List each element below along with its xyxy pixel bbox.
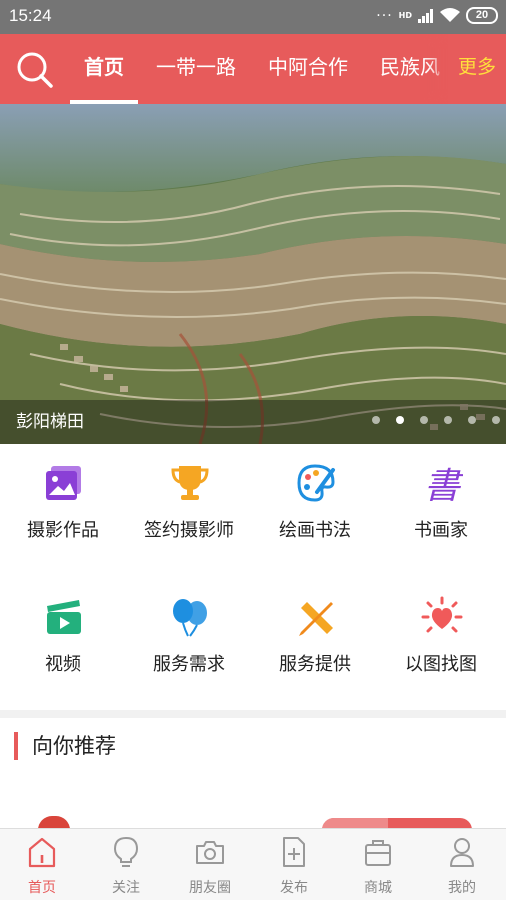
grid-item-service-demand[interactable]: 服务需求: [126, 578, 252, 712]
carousel-dot[interactable]: [468, 416, 476, 424]
pencil-ruler-icon: [299, 602, 333, 636]
banner-carousel[interactable]: 彭阳梯田: [0, 104, 506, 444]
carousel-dot[interactable]: [444, 416, 452, 424]
banner-image: [0, 104, 506, 444]
dots-icon: ···: [376, 7, 393, 24]
grid-item-label: 以图找图: [405, 654, 477, 675]
grid-item-label: 签约摄影师: [144, 520, 234, 541]
grid-item-label: 绘画书法: [279, 520, 351, 541]
nav-item-publish[interactable]: 发布: [252, 829, 336, 900]
signal-icon: [418, 8, 433, 23]
tab-belt-road[interactable]: 一带一路: [140, 34, 252, 104]
trophy-icon: [171, 466, 209, 500]
status-bar: 15:24 ··· HD 20: [0, 0, 506, 34]
carousel-dot[interactable]: [372, 416, 380, 424]
grid-item-calligrapher[interactable]: 書 书画家: [378, 444, 504, 578]
carousel-dot-active[interactable]: [396, 416, 404, 424]
more-button[interactable]: 更多: [448, 34, 506, 104]
carousel-dot[interactable]: [420, 416, 428, 424]
nav-label: 我的: [448, 880, 476, 896]
grid-item-image-search[interactable]: 以图找图: [378, 578, 504, 712]
grid-item-painting[interactable]: 绘画书法: [252, 444, 378, 578]
carousel-indicator: [372, 416, 500, 424]
channel-tabs: 首页 一带一路 中阿合作 民族风: [68, 34, 456, 104]
grid-item-video[interactable]: 视频: [0, 578, 126, 712]
tab-china-arab[interactable]: 中阿合作: [252, 34, 364, 104]
grid-item-photo-works[interactable]: 摄影作品: [0, 444, 126, 578]
network-type: HD: [398, 10, 412, 20]
category-grid: 摄影作品 签约摄影师 绘画书法 書 书画家 视频 服务需求 服务提供 以图找图: [0, 444, 506, 712]
publish-icon: [283, 837, 305, 867]
tab-ethnic[interactable]: 民族风: [364, 34, 456, 104]
nav-label: 首页: [28, 880, 56, 896]
nav-label: 朋友圈: [189, 880, 231, 896]
calligraphy-icon: 書: [424, 466, 463, 504]
nav-label: 发布: [280, 880, 308, 896]
balloons-icon: [173, 599, 207, 637]
grid-item-label: 服务需求: [153, 654, 225, 675]
bottom-nav: 首页 关注 朋友圈 发布 商城 我的: [0, 828, 506, 900]
profile-icon: [450, 838, 474, 867]
svg-text:書: 書: [424, 466, 463, 504]
nav-item-shop[interactable]: 商城: [336, 829, 420, 900]
grid-item-service-provide[interactable]: 服务提供: [252, 578, 378, 712]
home-icon: [28, 837, 56, 868]
nav-item-home[interactable]: 首页: [0, 829, 84, 900]
nav-item-moments[interactable]: 朋友圈: [168, 829, 252, 900]
grid-item-photographer[interactable]: 签约摄影师: [126, 444, 252, 578]
grid-item-label: 视频: [45, 654, 81, 675]
top-nav: 首页 一带一路 中阿合作 民族风 更多: [0, 34, 506, 104]
shop-icon: [365, 840, 391, 866]
grid-item-label: 书画家: [414, 520, 468, 541]
nav-label: 商城: [364, 880, 392, 896]
nav-item-profile[interactable]: 我的: [420, 829, 504, 900]
nav-item-follow[interactable]: 关注: [84, 829, 168, 900]
search-icon[interactable]: [14, 49, 54, 89]
grid-item-label: 摄影作品: [27, 520, 99, 541]
section-divider: [0, 710, 506, 718]
nav-label: 关注: [112, 880, 140, 896]
heart-sun-icon: [421, 596, 463, 633]
section-title: 向你推荐: [32, 734, 116, 758]
tab-home[interactable]: 首页: [68, 34, 140, 104]
camera-icon: [196, 841, 224, 864]
palette-icon: [297, 464, 335, 502]
battery-level: 20: [466, 7, 498, 24]
grid-item-label: 服务提供: [279, 654, 351, 675]
carousel-dot[interactable]: [492, 416, 500, 424]
bulb-icon: [113, 836, 139, 867]
section-accent-bar: [14, 732, 18, 760]
banner-caption: 彭阳梯田: [16, 412, 84, 432]
wifi-icon: [440, 8, 460, 22]
recommend-section: 向你推荐: [0, 718, 506, 830]
video-clapper-icon: [47, 600, 81, 634]
status-indicators: ··· HD 20: [376, 7, 498, 24]
photo-works-icon: [46, 466, 81, 500]
status-time: 15:24: [9, 6, 52, 25]
